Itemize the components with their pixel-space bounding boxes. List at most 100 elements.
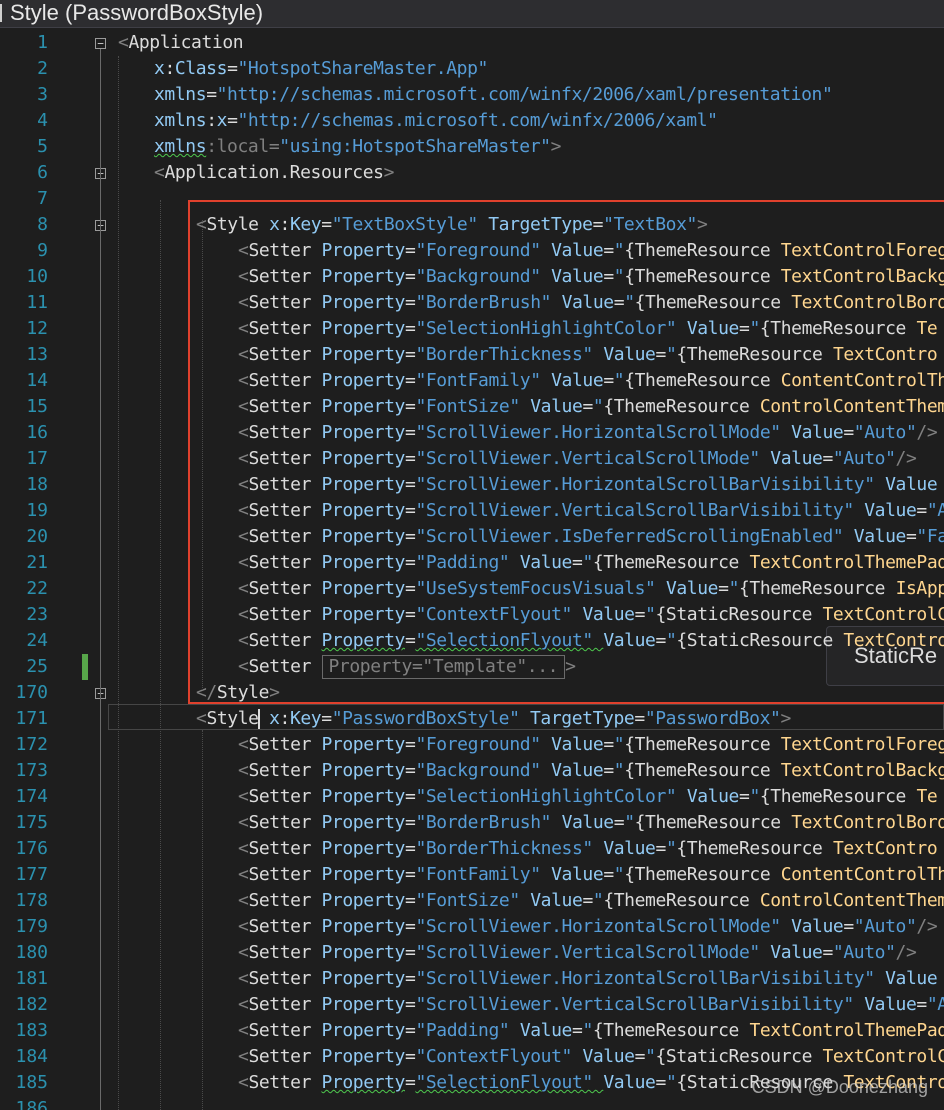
code-text[interactable]: xmlns="http://schemas.microsoft.com/winf… bbox=[154, 82, 833, 108]
code-line[interactable]: 24 <Setter Property="SelectionFlyout" Val… bbox=[0, 628, 944, 654]
code-line[interactable]: 6 <Application.Resources> bbox=[0, 160, 944, 186]
collapse-icon[interactable]: − bbox=[95, 38, 106, 49]
code-token: < bbox=[238, 240, 249, 261]
change-marker bbox=[82, 654, 88, 680]
code-line[interactable]: 7 bbox=[0, 186, 944, 212]
code-line[interactable]: 23 <Setter Property="ContextFlyout" Value… bbox=[0, 602, 944, 628]
code-text[interactable]: <Setter Property="FontFamily" Value="{Th… bbox=[238, 862, 944, 888]
code-text[interactable]: <Setter Property="ScrollViewer.IsDeferre… bbox=[238, 524, 944, 550]
code-token: Value bbox=[582, 1046, 635, 1067]
code-token: {ThemeResource bbox=[624, 370, 781, 391]
code-text[interactable]: <Setter Property="FontSize" Value="{Them… bbox=[238, 394, 944, 420]
code-line[interactable]: 18 <Setter Property="ScrollViewer.Horizon… bbox=[0, 472, 944, 498]
code-text[interactable]: <Setter Property="BorderThickness" Value… bbox=[238, 836, 938, 862]
collapsed-region[interactable]: Property="Template"... bbox=[321, 655, 566, 679]
code-text[interactable]: <Setter Property="BorderBrush" Value="{T… bbox=[238, 290, 944, 316]
code-line[interactable]: 13 <Setter Property="BorderThickness" Val… bbox=[0, 342, 944, 368]
code-text[interactable]: <Setter Property="ScrollViewer.VerticalS… bbox=[238, 940, 917, 966]
code-text[interactable]: <Setter Property="BorderThickness" Value… bbox=[238, 342, 938, 368]
code-line[interactable]: 4 xmlns:x="http://schemas.microsoft.com/w… bbox=[0, 108, 944, 134]
code-line[interactable]: 25 <Setter Property="Template"... > bbox=[0, 654, 944, 680]
code-text[interactable]: <Setter Property="SelectionFlyout" Value… bbox=[238, 628, 944, 654]
code-line[interactable]: 9 <Setter Property="Foreground" Value="{T… bbox=[0, 238, 944, 264]
code-line[interactable]: 176 <Setter Property="BorderThickness" Va… bbox=[0, 836, 944, 862]
code-line[interactable]: 171 <Style x:Key="PasswordBoxStyle" Targe… bbox=[0, 706, 944, 732]
code-text[interactable]: <Setter Property="FontSize" Value="{Them… bbox=[238, 888, 944, 914]
code-line[interactable]: 19 <Setter Property="ScrollViewer.Vertica… bbox=[0, 498, 944, 524]
code-text[interactable]: <Setter Property="ContextFlyout" Value="… bbox=[238, 602, 944, 628]
code-line[interactable]: 170 </Style> bbox=[0, 680, 944, 706]
code-line[interactable]: 15 <Setter Property="FontSize" Value="{Th… bbox=[0, 394, 944, 420]
code-text[interactable]: <Setter Property="SelectionHighlightColo… bbox=[238, 316, 938, 342]
code-text[interactable]: <Application.Resources> bbox=[154, 160, 394, 186]
code-line[interactable]: 186 bbox=[0, 1096, 944, 1110]
code-text[interactable]: <Setter Property="ScrollViewer.Horizonta… bbox=[238, 472, 938, 498]
code-token: < bbox=[238, 1046, 249, 1067]
code-text[interactable]: xmlns:x="http://schemas.microsoft.com/wi… bbox=[154, 108, 718, 134]
line-number: 173 bbox=[15, 760, 48, 781]
code-text[interactable]: <Setter Property="Background" Value="{Th… bbox=[238, 758, 944, 784]
code-text[interactable]: <Setter Property="ScrollViewer.Horizonta… bbox=[238, 914, 938, 940]
code-token: < bbox=[238, 838, 249, 859]
code-token: "Auto" bbox=[853, 916, 917, 937]
code-line[interactable]: 183 <Setter Property="Padding" Value="{Th… bbox=[0, 1018, 944, 1044]
code-line[interactable]: 181 <Setter Property="ScrollViewer.Horizo… bbox=[0, 966, 944, 992]
code-line[interactable]: 172 <Setter Property="Foreground" Value="… bbox=[0, 732, 944, 758]
code-text[interactable]: </Style> bbox=[196, 680, 280, 706]
code-text[interactable]: <Setter Property="UseSystemFocusVisuals"… bbox=[238, 576, 944, 602]
code-line[interactable]: 8 <Style x:Key="TextBoxStyle" TargetType=… bbox=[0, 212, 944, 238]
code-text[interactable]: <Setter Property="Padding" Value="{Theme… bbox=[238, 1018, 944, 1044]
code-text[interactable]: <Setter Property="Background" Value="{Th… bbox=[238, 264, 944, 290]
code-line[interactable]: 11 <Setter Property="BorderBrush" Value="… bbox=[0, 290, 944, 316]
code-line[interactable]: 2 x:Class="HotspotShareMaster.App" bbox=[0, 56, 944, 82]
code-line[interactable]: 182 <Setter Property="ScrollViewer.Vertic… bbox=[0, 992, 944, 1018]
code-text[interactable]: <Setter Property="Template"... > bbox=[238, 654, 576, 680]
code-line[interactable]: 178 <Setter Property="FontSize" Value="{T… bbox=[0, 888, 944, 914]
code-text[interactable]: <Style x:Key="PasswordBoxStyle" TargetTy… bbox=[196, 706, 791, 732]
code-token: Value bbox=[885, 474, 938, 495]
code-token: = bbox=[718, 578, 729, 599]
code-text[interactable]: <Setter Property="ScrollViewer.VerticalS… bbox=[238, 992, 944, 1018]
code-line[interactable]: 175 <Setter Property="BorderBrush" Value=… bbox=[0, 810, 944, 836]
code-text[interactable]: x:Class="HotspotShareMaster.App" bbox=[154, 56, 488, 82]
code-line[interactable]: 179 <Setter Property="ScrollViewer.Horizo… bbox=[0, 914, 944, 940]
code-line[interactable]: 5 xmlns:local="using:HotspotShareMaster"> bbox=[0, 134, 944, 160]
code-token: Value bbox=[551, 266, 604, 287]
code-line[interactable]: 14 <Setter Property="FontFamily" Value="{… bbox=[0, 368, 944, 394]
code-line[interactable]: 180 <Setter Property="ScrollViewer.Vertic… bbox=[0, 940, 944, 966]
code-text[interactable]: <Application bbox=[118, 30, 244, 56]
code-line[interactable]: 16 <Setter Property="ScrollViewer.Horizon… bbox=[0, 420, 944, 446]
code-token: " bbox=[624, 292, 635, 313]
code-text[interactable]: <Setter Property="ScrollViewer.VerticalS… bbox=[238, 446, 917, 472]
code-line[interactable]: 1 <Application bbox=[0, 30, 944, 56]
code-line[interactable]: 173 <Setter Property="Background" Value="… bbox=[0, 758, 944, 784]
code-line[interactable]: 174 <Setter Property="SelectionHighlightC… bbox=[0, 784, 944, 810]
code-text[interactable]: <Setter Property="Padding" Value="{Theme… bbox=[238, 550, 944, 576]
code-text[interactable]: <Setter Property="FontFamily" Value="{Th… bbox=[238, 368, 944, 394]
code-token: = bbox=[405, 344, 416, 365]
code-line[interactable]: 3 xmlns="http://schemas.microsoft.com/win… bbox=[0, 82, 944, 108]
code-text[interactable]: <Setter Property="ContextFlyout" Value="… bbox=[238, 1044, 944, 1070]
code-line[interactable]: 184 <Setter Property="ContextFlyout" Valu… bbox=[0, 1044, 944, 1070]
code-text[interactable]: <Setter Property="SelectionHighlightColo… bbox=[238, 784, 938, 810]
code-text[interactable]: <Setter Property="Foreground" Value="{Th… bbox=[238, 732, 944, 758]
code-line[interactable]: 21 <Setter Property="Padding" Value="{The… bbox=[0, 550, 944, 576]
code-token: Setter bbox=[248, 500, 322, 521]
code-token: "ScrollViewer.VerticalScrollMode" bbox=[415, 942, 771, 963]
code-text[interactable]: <Setter Property="ScrollViewer.Horizonta… bbox=[238, 966, 938, 992]
code-token: = bbox=[655, 838, 667, 859]
code-line[interactable]: 12 <Setter Property="SelectionHighlightCo… bbox=[0, 316, 944, 342]
code-line[interactable]: 17 <Setter Property="ScrollViewer.Vertica… bbox=[0, 446, 944, 472]
code-editor[interactable]: StaticRe 1 <Application −2 x:Class="Hotspot… bbox=[0, 30, 944, 1110]
code-text[interactable]: <Style x:Key="TextBoxStyle" TargetType="… bbox=[196, 212, 708, 238]
code-text[interactable]: xmlns:local="using:HotspotShareMaster"> bbox=[154, 134, 561, 160]
code-text[interactable]: <Setter Property="Foreground" Value="{Th… bbox=[238, 238, 944, 264]
code-line[interactable]: 10 <Setter Property="Background" Value="{… bbox=[0, 264, 944, 290]
code-text[interactable]: <Setter Property="ScrollViewer.VerticalS… bbox=[238, 498, 944, 524]
code-token: Setter bbox=[248, 812, 322, 833]
code-text[interactable]: <Setter Property="ScrollViewer.Horizonta… bbox=[238, 420, 938, 446]
code-line[interactable]: 20 <Setter Property="ScrollViewer.IsDefer… bbox=[0, 524, 944, 550]
code-line[interactable]: 22 <Setter Property="UseSystemFocusVisual… bbox=[0, 576, 944, 602]
code-text[interactable]: <Setter Property="BorderBrush" Value="{T… bbox=[238, 810, 944, 836]
code-line[interactable]: 177 <Setter Property="FontFamily" Value="… bbox=[0, 862, 944, 888]
